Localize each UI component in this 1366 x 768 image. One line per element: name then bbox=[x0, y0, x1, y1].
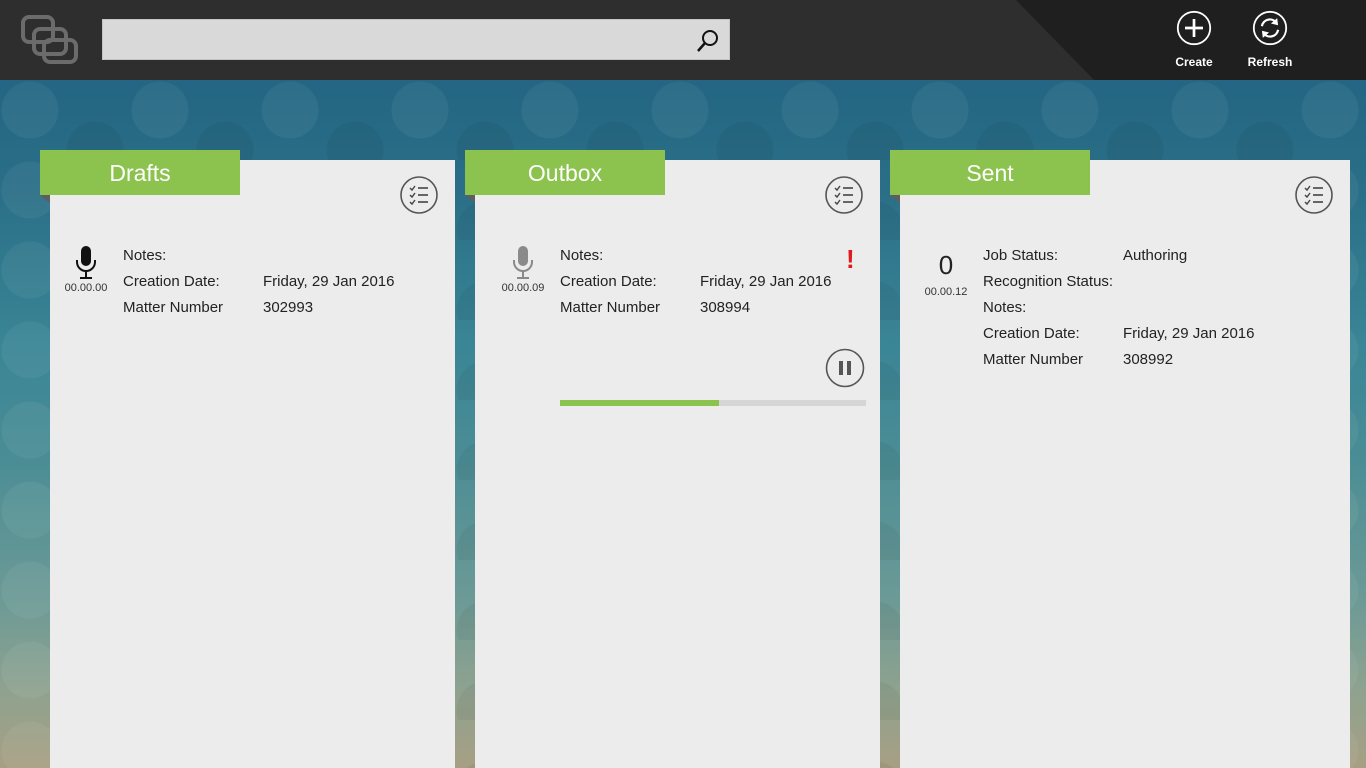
matter-number-label: Matter Number bbox=[560, 299, 661, 316]
outbox-panel: 00.00.09 Notes: ! Creation Date: Friday,… bbox=[475, 160, 880, 768]
tab-drafts[interactable]: Drafts bbox=[40, 150, 240, 195]
job-count: 0 bbox=[938, 250, 954, 280]
outbox-list-item[interactable]: 00.00.09 Notes: ! Creation Date: Friday,… bbox=[475, 240, 880, 420]
tab-fold bbox=[890, 195, 900, 203]
select-list-icon[interactable] bbox=[400, 176, 438, 214]
matter-number-value: 302993 bbox=[263, 299, 314, 316]
refresh-button[interactable]: Refresh bbox=[1235, 10, 1305, 69]
creation-date-label: Creation Date: bbox=[123, 273, 220, 290]
create-button[interactable]: Create bbox=[1159, 10, 1229, 69]
drafts-list-item[interactable]: 00.00.00 Notes: Creation Date: Friday, 2… bbox=[50, 240, 455, 330]
tab-sent[interactable]: Sent bbox=[890, 150, 1090, 195]
drafts-panel: 00.00.00 Notes: Creation Date: Friday, 2… bbox=[50, 160, 455, 768]
search-box bbox=[102, 19, 730, 60]
recording-duration: 00.00.09 bbox=[501, 282, 545, 294]
sent-panel: 0 00.00.12 Job Status: Authoring Recogni… bbox=[900, 160, 1350, 768]
recording-duration: 00.00.12 bbox=[924, 286, 968, 298]
microphone-icon bbox=[76, 246, 96, 279]
microphone-icon bbox=[513, 246, 533, 279]
job-status-label: Job Status: bbox=[983, 247, 1059, 264]
search-input[interactable] bbox=[103, 20, 703, 59]
tab-fold bbox=[465, 195, 475, 203]
matter-number-label: Matter Number bbox=[983, 351, 1084, 368]
creation-date-label: Creation Date: bbox=[560, 273, 657, 290]
select-list-icon[interactable] bbox=[825, 176, 863, 214]
error-alert-icon[interactable]: ! bbox=[846, 244, 855, 275]
matter-number-label: Matter Number bbox=[123, 299, 224, 316]
notes-label: Notes: bbox=[560, 247, 604, 264]
refresh-button-label: Refresh bbox=[1247, 55, 1293, 69]
refresh-icon bbox=[1252, 10, 1288, 46]
sent-list-item[interactable]: 0 00.00.12 Job Status: Authoring Recogni… bbox=[900, 240, 1350, 380]
plus-circle-icon bbox=[1176, 10, 1212, 46]
notes-label: Notes: bbox=[123, 247, 167, 264]
create-button-label: Create bbox=[1175, 55, 1213, 69]
app-logo-icon bbox=[21, 15, 78, 64]
recording-duration: 00.00.00 bbox=[64, 282, 108, 294]
select-list-icon[interactable] bbox=[1295, 176, 1333, 214]
recognition-status-label: Recognition Status: bbox=[983, 273, 1114, 290]
upload-progress-fill bbox=[560, 400, 720, 406]
matter-number-value: 308994 bbox=[700, 299, 751, 316]
tab-outbox[interactable]: Outbox bbox=[465, 150, 665, 195]
creation-date-value: Friday, 29 Jan 2016 bbox=[1123, 325, 1255, 342]
top-app-bar: Create Refresh bbox=[0, 0, 1366, 80]
creation-date-label: Creation Date: bbox=[983, 325, 1080, 342]
search-icon[interactable] bbox=[695, 28, 721, 54]
tab-fold bbox=[40, 195, 50, 203]
pause-icon[interactable] bbox=[825, 348, 865, 388]
upload-progress-bar bbox=[560, 400, 866, 406]
creation-date-value: Friday, 29 Jan 2016 bbox=[700, 273, 832, 290]
job-status-value: Authoring bbox=[1123, 247, 1188, 264]
creation-date-value: Friday, 29 Jan 2016 bbox=[263, 273, 395, 290]
notes-label: Notes: bbox=[983, 299, 1027, 316]
matter-number-value: 308992 bbox=[1123, 351, 1174, 368]
